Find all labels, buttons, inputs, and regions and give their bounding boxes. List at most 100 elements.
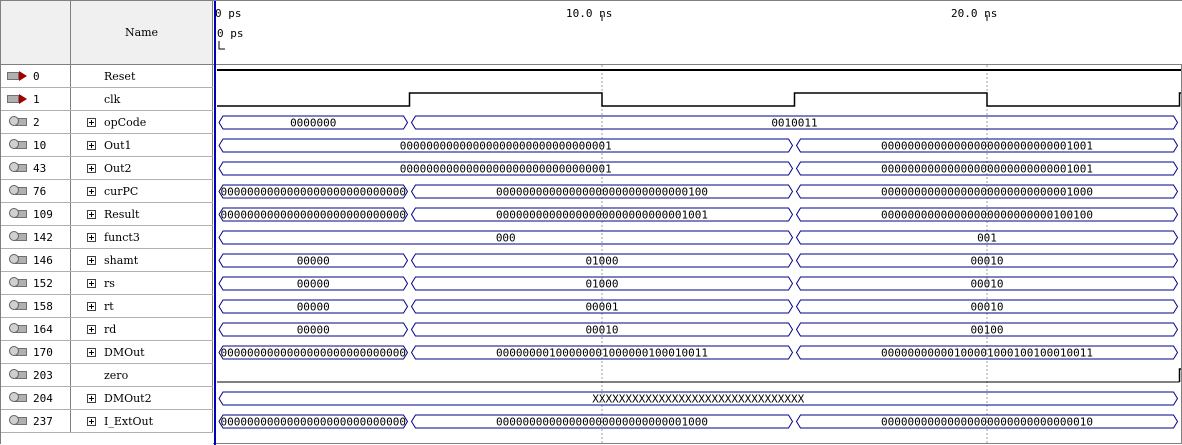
signal-row[interactable]: 170 DMOut [1, 341, 213, 364]
signal-name-cell[interactable]: opCode [71, 111, 213, 133]
signal-id-cell[interactable]: 170 [1, 341, 71, 363]
signal-name-cell[interactable]: DMOut [71, 341, 213, 363]
signal-name-label: opCode [104, 115, 147, 129]
signal-row[interactable]: 10 Out1 [1, 134, 213, 157]
signal-name-label: DMOut2 [104, 391, 152, 405]
bus-value-label: 00010 [585, 324, 618, 337]
signal-name-cell[interactable]: Out2 [71, 157, 213, 179]
signal-id-cell[interactable]: 142 [1, 226, 71, 248]
expand-plus-icon[interactable] [87, 232, 96, 242]
signal-name-cell[interactable]: zero [71, 364, 213, 386]
expand-plus-icon[interactable] [87, 301, 96, 311]
waveform-canvas[interactable]: 0000000 001001100000000000000000000000000… [213, 1, 1182, 445]
signal-row[interactable]: 152 rs [1, 272, 213, 295]
signal-row[interactable]: 237 I_ExtOut [1, 410, 213, 433]
signal-name-cell[interactable]: Reset [71, 65, 213, 87]
signal-name-cell[interactable]: Out1 [71, 134, 213, 156]
bus-value-label: 00000000000100001000100100010011 [881, 347, 1093, 360]
signal-id-cell[interactable]: 1 [1, 88, 71, 110]
signal-id-cell[interactable]: 146 [1, 249, 71, 271]
signal-row[interactable]: 2 opCode [1, 111, 213, 134]
signal-name-label: Reset [104, 69, 136, 83]
bus-value-label: 00000 [297, 278, 330, 291]
bus-value-label: 00000000000000000000000000001000 [496, 416, 708, 429]
signal-row[interactable]: 1 clk [1, 88, 213, 111]
expand-plus-icon[interactable] [87, 140, 96, 150]
signal-id-label: 109 [33, 207, 53, 221]
expand-plus-icon[interactable] [87, 278, 96, 288]
output-pin-icon [7, 391, 29, 405]
expand-plus-icon[interactable] [87, 117, 96, 127]
expand-plus-icon[interactable] [87, 209, 96, 219]
signal-name-cell[interactable]: funct3 [71, 226, 213, 248]
output-pin-icon [7, 299, 29, 313]
bus-value-label: 00010 [970, 301, 1003, 314]
signal-name-label: rs [104, 276, 115, 290]
signal-id-cell[interactable]: 152 [1, 272, 71, 294]
signal-id-cell[interactable]: 0 [1, 65, 71, 87]
signal-row[interactable]: 158 rt [1, 295, 213, 318]
signal-row[interactable]: 43 Out2 [1, 157, 213, 180]
bit-wave-rise [1178, 368, 1181, 382]
expand-plus-icon[interactable] [87, 324, 96, 334]
signal-id-label: 158 [33, 299, 53, 313]
signal-name-cell[interactable]: rd [71, 318, 213, 340]
bus-value-label: 00000000100000001000000100010011 [496, 347, 708, 360]
signal-name-cell[interactable]: shamt [71, 249, 213, 271]
signal-row[interactable]: 204 DMOut2 [1, 387, 213, 410]
signal-id-label: 1 [33, 92, 40, 106]
output-pin-icon [7, 368, 29, 382]
signal-name-cell[interactable]: rt [71, 295, 213, 317]
expand-plus-icon[interactable] [87, 347, 96, 357]
bus-value-label: 01000 [585, 278, 618, 291]
signal-row[interactable]: 142 funct3 [1, 226, 213, 249]
cursor-marker [218, 41, 225, 50]
signal-name-label: clk [104, 92, 121, 106]
signal-id-label: 146 [33, 253, 53, 267]
signal-row[interactable]: 109 Result [1, 203, 213, 226]
bus-value-label: 00000000000000000000000000100100 [881, 209, 1093, 222]
name-column-header[interactable]: Name [71, 1, 213, 65]
signal-name-cell[interactable]: Result [71, 203, 213, 225]
signal-row[interactable]: 0 Reset [1, 65, 213, 88]
signal-id-label: 237 [33, 414, 53, 428]
signal-name-label: I_ExtOut [104, 414, 154, 428]
signal-id-cell[interactable]: 2 [1, 111, 71, 133]
signal-row[interactable]: 164 rd [1, 318, 213, 341]
output-pin-icon [7, 161, 29, 175]
signal-id-cell[interactable]: 43 [1, 157, 71, 179]
clock-wave [217, 92, 1181, 107]
signal-id-cell[interactable]: 203 [1, 364, 71, 386]
signal-name-cell[interactable]: DMOut2 [71, 387, 213, 409]
input-pin-icon [7, 92, 29, 106]
expand-plus-icon[interactable] [87, 416, 96, 426]
signal-row[interactable]: 146 shamt [1, 249, 213, 272]
signal-id-label: 76 [33, 184, 47, 198]
signal-name-cell[interactable]: I_ExtOut [71, 410, 213, 432]
signal-id-cell[interactable]: 10 [1, 134, 71, 156]
signal-name-label: DMOut [104, 345, 145, 359]
expand-plus-icon[interactable] [87, 255, 96, 265]
signal-id-cell[interactable]: 237 [1, 410, 71, 432]
signal-id-cell[interactable]: 158 [1, 295, 71, 317]
signal-id-cell[interactable]: 204 [1, 387, 71, 409]
signal-name-cell[interactable]: rs [71, 272, 213, 294]
bus-value-label: 00000000000000000000000000000010 [881, 416, 1093, 429]
signal-id-label: 203 [33, 368, 53, 382]
input-pin-icon [7, 69, 29, 83]
bus-value-label: 001 [977, 232, 997, 245]
expand-plus-icon[interactable] [87, 163, 96, 173]
signal-id-cell[interactable]: 109 [1, 203, 71, 225]
signal-name-label: Result [104, 207, 140, 221]
signal-name-label: funct3 [104, 230, 140, 244]
signal-row[interactable]: 76 curPC [1, 180, 213, 203]
output-pin-icon [7, 115, 29, 129]
signal-name-cell[interactable]: clk [71, 88, 213, 110]
signal-id-cell[interactable]: 76 [1, 180, 71, 202]
signal-id-cell[interactable]: 164 [1, 318, 71, 340]
signal-row[interactable]: 203 zero [1, 364, 213, 387]
bus-value-label: 00000000000000000000000000000100 [496, 186, 708, 199]
expand-plus-icon[interactable] [87, 393, 96, 403]
expand-plus-icon[interactable] [87, 186, 96, 196]
signal-name-cell[interactable]: curPC [71, 180, 213, 202]
